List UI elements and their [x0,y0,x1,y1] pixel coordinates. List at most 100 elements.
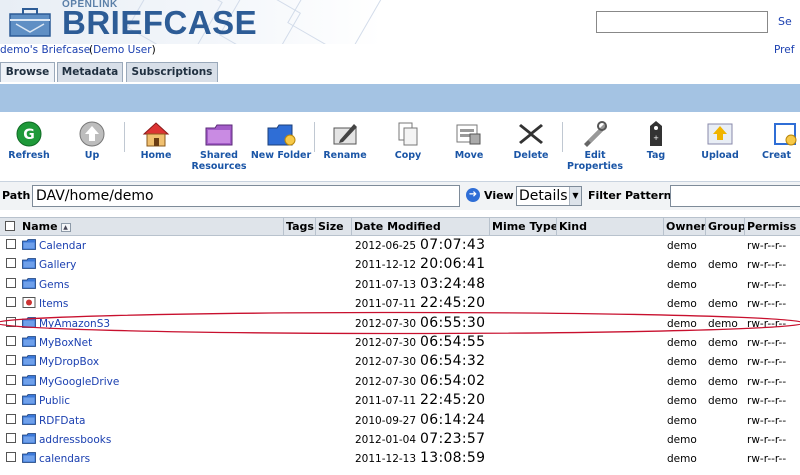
file-name-link[interactable]: RDFData [39,415,86,427]
column-group[interactable]: Group [706,218,745,236]
row-checkbox[interactable] [6,239,16,249]
table-row[interactable]: Calendar 2012-06-25 07:07:43 demo rw-r--r-- [0,237,800,256]
create-label: Creat [762,150,792,161]
column-permissions[interactable]: Permiss [745,218,800,236]
file-name-link[interactable]: Gallery [39,259,76,271]
row-date: 2012-01-04 [355,434,417,446]
briefcase-logo[interactable]: OPENLINK BRIEFCASE [0,0,382,44]
row-checkbox[interactable] [6,452,16,463]
row-date: 2011-07-11 [355,298,417,311]
folder-icon[interactable] [22,316,37,328]
file-name-link[interactable]: MyBoxNet [39,337,92,349]
file-name-link[interactable]: calendars [39,453,90,465]
folder-icon[interactable] [22,239,37,250]
row-checkbox[interactable] [6,297,16,308]
up-arrow-icon [79,121,105,147]
column-mime-type[interactable]: Mime Type [490,218,557,236]
file-name-link[interactable]: Calendar [39,240,86,252]
row-checkbox[interactable] [6,277,16,288]
home-button[interactable]: Home [134,120,178,161]
row-checkbox[interactable] [6,433,16,443]
row-time: 06:14:24 [420,411,486,428]
upload-button[interactable]: Upload [698,120,742,161]
delete-button[interactable]: Delete [510,120,552,161]
row-checkbox[interactable] [6,336,16,346]
folder-icon[interactable] [22,394,37,406]
row-checkbox[interactable] [6,374,16,385]
create-button[interactable]: Creat [762,120,800,161]
filter-pattern-input[interactable] [670,185,800,207]
row-checkbox[interactable] [6,394,16,405]
upload-icon [707,123,733,145]
home-icon [142,122,170,147]
table-row[interactable]: Public 2011-07-11 22:45:20 demo demo rw-r--r-… [0,392,800,411]
row-permissions: rw-r--r-- [747,259,787,272]
row-name-cell: MyBoxNet [22,336,92,349]
select-all-checkbox[interactable] [5,221,15,231]
up-button[interactable]: Up [72,120,112,161]
briefcase-owner-link[interactable]: demo's Briefcase [0,44,90,56]
shared-resources-button[interactable]: Shared Resources [190,120,248,172]
file-name-link[interactable]: addressbooks [39,434,111,446]
tab-metadata[interactable]: Metadata [57,62,123,82]
table-row[interactable]: Gallery 2011-12-12 20:06:41 demo demo rw-r--r… [0,256,800,275]
row-checkbox[interactable] [6,355,16,366]
sort-ascending-icon[interactable]: ▲ [60,223,71,232]
file-name-link[interactable]: Public [39,395,70,407]
folder-icon[interactable] [22,433,37,444]
copy-button[interactable]: Copy [388,120,428,161]
table-row[interactable]: MyGoogleDrive 2012-07-30 06:54:02 demo demo r… [0,373,800,392]
special-folder-icon[interactable] [22,297,37,309]
new-folder-button[interactable]: New Folder [250,120,312,161]
column-owner[interactable]: Owner [664,218,706,236]
table-row[interactable]: calendars 2011-12-13 13:08:59 demo rw-r--r-- [0,450,800,469]
tag-button[interactable]: + Tag [638,120,674,161]
top-search-button[interactable]: Se [778,15,792,28]
column-tags[interactable]: Tags [284,218,316,236]
row-name-cell: addressbooks [22,433,111,446]
column-name[interactable]: Name ▲ [20,218,284,236]
folder-icon[interactable] [22,258,37,270]
preferences-link[interactable]: Pref [774,44,794,56]
file-name-link[interactable]: Items [39,298,68,310]
row-name-cell: Items [22,297,68,310]
go-arrow-icon[interactable]: ➜ [466,188,480,202]
folder-icon[interactable] [22,277,37,289]
view-select-value: Details [519,188,568,204]
folder-icon[interactable] [22,374,37,386]
row-checkbox[interactable] [6,316,16,327]
view-select[interactable]: Details ▼ [516,186,582,206]
move-button[interactable]: Move [448,120,490,161]
folder-icon[interactable] [22,355,37,367]
table-row[interactable]: RDFData 2010-09-27 06:14:24 demo rw-r--r-- [0,412,800,431]
table-row[interactable]: MyDropBox 2012-07-30 06:54:32 demo demo rw-r-… [0,353,800,372]
tab-browse[interactable]: Browse [0,62,55,82]
file-name-link[interactable]: MyDropBox [39,356,99,368]
refresh-button[interactable]: G Refresh [6,120,52,161]
row-date-modified: 2012-07-30 06:55:30 [355,315,485,331]
tab-bar: Browse Metadata Subscriptions [0,62,800,84]
folder-icon[interactable] [22,452,37,464]
folder-icon[interactable] [22,413,37,425]
file-name-link[interactable]: Gems [39,279,69,291]
top-search-input[interactable] [596,11,768,33]
user-link[interactable]: Demo User [93,44,151,56]
path-input[interactable] [32,185,460,207]
column-size[interactable]: Size [316,218,352,236]
column-date-modified[interactable]: Date Modified [352,218,490,236]
file-name-link[interactable]: MyGoogleDrive [39,376,119,388]
edit-properties-button[interactable]: Edit Properties [566,120,624,172]
column-kind[interactable]: Kind [557,218,664,236]
row-permissions: rw-r--r-- [747,395,787,408]
rename-button[interactable]: Rename [322,120,368,161]
folder-icon[interactable] [22,336,37,347]
table-row[interactable]: Gems 2011-07-13 03:24:48 demo rw-r--r-- [0,276,800,295]
row-checkbox[interactable] [6,413,16,424]
table-row[interactable]: Items 2011-07-11 22:45:20 demo demo rw-r--r-- [0,295,800,314]
table-row[interactable]: addressbooks 2012-01-04 07:23:57 demo rw-r--… [0,431,800,450]
row-checkbox[interactable] [6,258,16,269]
tab-subscriptions[interactable]: Subscriptions [126,62,218,82]
table-row[interactable]: MyAmazonS3 2012-07-30 06:55:30 demo demo rw-r… [0,315,800,334]
table-row[interactable]: MyBoxNet 2012-07-30 06:54:55 demo demo rw-r--… [0,334,800,353]
file-name-link[interactable]: MyAmazonS3 [39,318,110,330]
